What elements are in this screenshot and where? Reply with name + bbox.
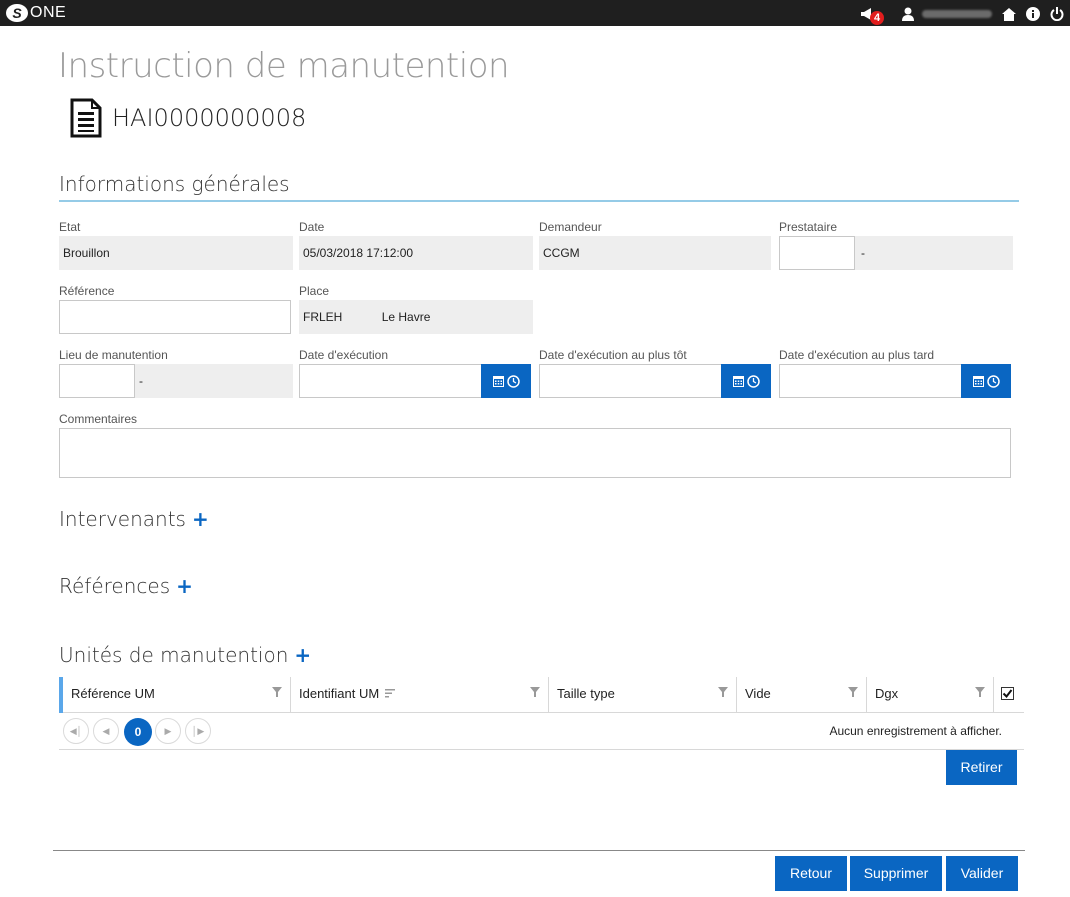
etat-field: Brouillon <box>59 236 293 270</box>
document-header: HAI0000000008 <box>70 98 306 138</box>
column-label: Vide <box>745 686 771 701</box>
prestataire-label: Prestataire <box>779 220 838 234</box>
date-tot-label: Date d'exécution au plus tôt <box>539 348 687 362</box>
column-identifiant-um[interactable]: Identifiant UM <box>291 677 549 713</box>
grid-header: Référence UM Identifiant UM Taille type … <box>59 677 1024 713</box>
supprimer-button[interactable]: Supprimer <box>850 856 942 891</box>
date-tot-picker-button[interactable] <box>721 364 771 398</box>
user-icon[interactable] <box>902 0 992 26</box>
user-name <box>922 10 992 19</box>
column-label: Taille type <box>557 686 615 701</box>
filter-icon[interactable] <box>718 687 728 697</box>
logo-text: ONE <box>30 4 67 21</box>
calendar-icon <box>732 376 744 387</box>
date-tot-input[interactable] <box>539 364 771 398</box>
date-exec-picker-button[interactable] <box>481 364 531 398</box>
date-label: Date <box>299 220 325 234</box>
clock-icon <box>986 374 1000 388</box>
lieu-label: Lieu de manutention <box>59 348 168 362</box>
reference-label: Référence <box>59 284 115 298</box>
filter-icon[interactable] <box>272 687 282 697</box>
checkbox-checked-icon <box>1001 687 1014 700</box>
calendar-icon <box>972 376 984 387</box>
demandeur-field: CCGM <box>539 236 771 270</box>
section-title-general: Informations générales <box>59 172 290 196</box>
info-icon[interactable] <box>1026 0 1040 26</box>
clock-icon <box>506 374 520 388</box>
megaphone-icon[interactable]: 4 <box>860 0 885 26</box>
commentaires-textarea[interactable] <box>59 428 1011 478</box>
section-title-unites: Unités de manutention + <box>59 643 311 667</box>
sort-icon[interactable] <box>384 689 395 698</box>
column-reference-um[interactable]: Référence UM <box>63 677 291 713</box>
column-taille-type[interactable]: Taille type <box>549 677 737 713</box>
section-title-intervenants: Intervenants + <box>59 507 209 531</box>
filter-icon[interactable] <box>975 687 985 697</box>
prestataire-code-input[interactable] <box>779 236 855 270</box>
select-all-checkbox[interactable] <box>1001 687 1014 703</box>
section-divider <box>59 200 1019 202</box>
place-name: Le Havre <box>381 310 431 324</box>
demandeur-label: Demandeur <box>539 220 602 234</box>
footer-divider <box>53 850 1025 851</box>
first-page-button[interactable]: ◀│ <box>63 718 89 744</box>
unites-title: Unités de manutention <box>59 643 289 667</box>
date-tard-input[interactable] <box>779 364 1011 398</box>
notification-badge: 4 <box>870 11 885 25</box>
last-page-button[interactable]: │▶ <box>185 718 211 744</box>
empty-message: Aucun enregistrement à afficher. <box>829 724 1002 738</box>
current-page[interactable]: 0 <box>124 718 152 746</box>
column-dgx[interactable]: Dgx <box>867 677 994 713</box>
date-tard-label: Date d'exécution au plus tard <box>779 348 935 362</box>
references-title: Références <box>59 574 171 598</box>
home-icon[interactable] <box>1002 0 1016 26</box>
filter-icon[interactable] <box>848 687 858 697</box>
add-intervenant-button[interactable]: + <box>192 507 209 531</box>
top-bar: S ONE 4 <box>0 0 1070 26</box>
date-field: 05/03/2018 17:12:00 <box>299 236 533 270</box>
place-code: FRLEH <box>303 310 343 324</box>
document-icon <box>70 98 102 138</box>
filter-icon[interactable] <box>530 687 540 697</box>
logo-mark: S <box>6 4 28 22</box>
reference-input[interactable] <box>59 300 291 334</box>
column-label: Référence UM <box>71 686 155 701</box>
next-page-button[interactable]: ▶ <box>155 718 181 744</box>
section-title-references: Références + <box>59 574 193 598</box>
column-vide[interactable]: Vide <box>737 677 867 713</box>
date-exec-label: Date d'exécution <box>299 348 389 362</box>
calendar-icon <box>492 376 504 387</box>
add-unite-button[interactable]: + <box>294 643 311 667</box>
valider-button[interactable]: Valider <box>946 856 1018 891</box>
grid-pager: ◀│ ◀ 0 ▶ │▶ Aucun enregistrement à affic… <box>59 713 1024 750</box>
document-id: HAI0000000008 <box>112 104 307 132</box>
place-label: Place <box>299 284 330 298</box>
etat-label: Etat <box>59 220 81 234</box>
retirer-button[interactable]: Retirer <box>946 750 1017 785</box>
retour-button[interactable]: Retour <box>775 856 847 891</box>
commentaires-label: Commentaires <box>59 412 138 426</box>
page-title: Instruction de manutention <box>58 46 510 86</box>
place-field: FRLEH Le Havre <box>299 300 533 334</box>
app-logo[interactable]: S ONE <box>6 3 66 23</box>
column-label: Identifiant UM <box>299 686 380 701</box>
date-tard-picker-button[interactable] <box>961 364 1011 398</box>
clock-icon <box>746 374 760 388</box>
prev-page-button[interactable]: ◀ <box>93 718 119 744</box>
power-icon[interactable] <box>1050 0 1064 26</box>
column-label: Dgx <box>875 686 899 701</box>
date-exec-input[interactable] <box>299 364 531 398</box>
top-icons: 4 <box>860 0 1064 26</box>
add-reference-button[interactable]: + <box>176 574 193 598</box>
lieu-code-input[interactable] <box>59 364 135 398</box>
intervenants-title: Intervenants <box>59 507 186 531</box>
